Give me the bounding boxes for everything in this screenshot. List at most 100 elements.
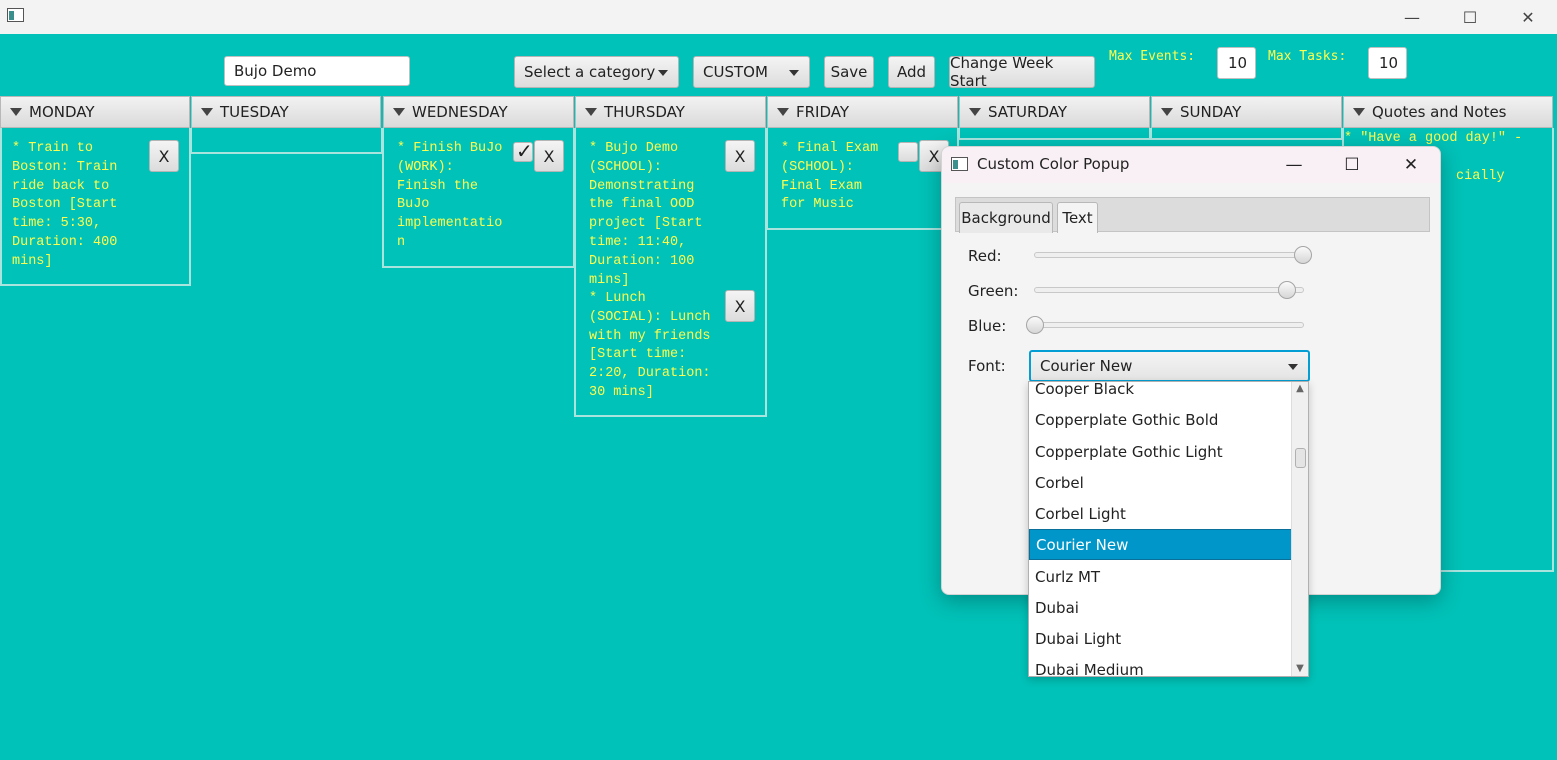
day-label: Quotes and Notes (1372, 103, 1507, 121)
day-body-monday: * Train to Boston: Train ride back to Bo… (0, 128, 191, 286)
red-slider-thumb[interactable] (1294, 246, 1312, 264)
day-label: TUESDAY (220, 103, 289, 121)
collapse-arrow-icon (201, 108, 213, 116)
font-option[interactable]: Copperplate Gothic Bold (1029, 404, 1292, 435)
day-label: SUNDAY (1180, 103, 1242, 121)
tab-background[interactable]: Background (959, 202, 1053, 233)
add-button[interactable]: Add (888, 56, 935, 88)
max-tasks-input[interactable]: 10 (1368, 47, 1407, 79)
day-header-tuesday[interactable]: TUESDAY (191, 96, 381, 128)
change-week-start-button[interactable]: Change Week Start (949, 54, 1095, 90)
window-titlebar: — ☐ ✕ (0, 0, 1557, 34)
day-header-notes[interactable]: Quotes and Notes (1343, 96, 1553, 128)
font-option[interactable]: Curlz MT (1029, 561, 1292, 592)
font-option-selected[interactable]: Courier New (1029, 529, 1292, 560)
minimize-button[interactable]: — (1383, 0, 1441, 34)
green-slider[interactable] (1034, 281, 1304, 299)
font-label: Font: (968, 357, 1006, 375)
close-button[interactable]: ✕ (1499, 0, 1557, 34)
tab-strip: Background Text (955, 197, 1430, 233)
day-body-saturday (958, 128, 1151, 140)
chevron-down-icon (1288, 364, 1298, 370)
chevron-down-icon (789, 70, 799, 76)
collapse-arrow-icon (585, 108, 597, 116)
font-option[interactable]: Cooper Black (1029, 382, 1292, 404)
task-complete-checkbox[interactable]: ✓ (513, 139, 533, 163)
day-header-friday[interactable]: FRIDAY (767, 96, 958, 128)
font-select-value: Courier New (1040, 357, 1133, 375)
vertical-scrollbar[interactable]: ▲ ▼ (1291, 382, 1308, 676)
maximize-button[interactable]: ☐ (1441, 0, 1499, 34)
delete-button[interactable]: X (725, 290, 755, 322)
day-body-thursday: * Bujo Demo (SCHOOL): Demonstrating the … (574, 128, 767, 417)
red-label: Red: (968, 247, 1002, 265)
app-icon (951, 157, 968, 171)
popup-title: Custom Color Popup (977, 155, 1130, 173)
event-entry: * Final Exam (SCHOOL): Final Exam for Mu… (781, 141, 879, 213)
collapse-arrow-icon (777, 108, 789, 116)
day-body-wednesday: * Finish BuJo (WORK): Finish the BuJo im… (382, 128, 575, 268)
event-entry: * Lunch (SOCIAL): Lunch with my friends … (589, 291, 711, 400)
popup-maximize-button[interactable]: ☐ (1323, 147, 1381, 183)
app-icon (7, 8, 24, 22)
scrollbar-thumb[interactable] (1295, 448, 1306, 468)
collapse-arrow-icon (969, 108, 981, 116)
scroll-down-icon[interactable]: ▼ (1292, 662, 1308, 676)
red-slider[interactable] (1034, 246, 1312, 264)
green-slider-thumb[interactable] (1277, 281, 1296, 299)
popup-minimize-button[interactable]: — (1265, 147, 1323, 183)
max-events-input[interactable]: 10 (1217, 47, 1256, 79)
category-select[interactable]: Select a category (514, 56, 679, 88)
event-entry: * Train to Boston: Train ride back to Bo… (12, 141, 118, 269)
day-header-sunday[interactable]: SUNDAY (1151, 96, 1342, 128)
popup-titlebar: Custom Color Popup — ☐ ✕ (942, 147, 1440, 183)
day-label: THURSDAY (604, 103, 685, 121)
journal-name-input[interactable]: Bujo Demo (224, 56, 410, 86)
blue-label: Blue: (968, 317, 1007, 335)
chevron-down-icon (658, 70, 668, 76)
scroll-up-icon[interactable]: ▲ (1292, 382, 1308, 396)
delete-button[interactable]: X (149, 140, 179, 172)
note-line: cially (1456, 169, 1505, 184)
day-label: SATURDAY (988, 103, 1068, 121)
day-label: MONDAY (29, 103, 95, 121)
font-dropdown-list: Cooper Black Copperplate Gothic Bold Cop… (1028, 381, 1309, 677)
blue-slider-thumb[interactable] (1026, 316, 1044, 334)
font-option[interactable]: Copperplate Gothic Light (1029, 436, 1292, 467)
theme-select-label: CUSTOM (703, 63, 768, 81)
font-option[interactable]: Dubai Light (1029, 623, 1292, 654)
font-option[interactable]: Dubai (1029, 592, 1292, 623)
checkmark-icon: ✓ (516, 139, 533, 163)
theme-select[interactable]: CUSTOM (693, 56, 810, 88)
save-button[interactable]: Save (824, 56, 874, 88)
task-complete-checkbox[interactable] (898, 142, 918, 162)
day-body-friday: * Final Exam (SCHOOL): Final Exam for Mu… (766, 128, 959, 230)
collapse-arrow-icon (1353, 108, 1365, 116)
day-body-sunday (1150, 128, 1343, 140)
collapse-arrow-icon (10, 108, 22, 116)
collapse-arrow-icon (393, 108, 405, 116)
max-tasks-label: Max Tasks: (1268, 49, 1347, 64)
font-select[interactable]: Courier New (1029, 350, 1310, 382)
event-entry: * Bujo Demo (SCHOOL): Demonstrating the … (589, 141, 703, 288)
day-header-saturday[interactable]: SATURDAY (959, 96, 1150, 128)
day-header-wednesday[interactable]: WEDNESDAY (383, 96, 574, 128)
delete-button[interactable]: X (725, 140, 755, 172)
day-header-monday[interactable]: MONDAY (0, 96, 190, 128)
tab-text[interactable]: Text (1057, 202, 1098, 233)
collapse-arrow-icon (1161, 108, 1173, 116)
blue-slider[interactable] (1026, 316, 1304, 334)
font-option[interactable]: Corbel (1029, 467, 1292, 498)
font-option[interactable]: Corbel Light (1029, 498, 1292, 529)
delete-button[interactable]: X (534, 140, 564, 172)
green-label: Green: (968, 282, 1019, 300)
task-entry: * Finish BuJo (WORK): Finish the BuJo im… (397, 141, 503, 250)
day-label: FRIDAY (796, 103, 850, 121)
popup-close-button[interactable]: ✕ (1382, 147, 1440, 183)
day-label: WEDNESDAY (412, 103, 508, 121)
max-events-label: Max Events: (1109, 49, 1196, 64)
day-header-thursday[interactable]: THURSDAY (575, 96, 766, 128)
day-body-tuesday (190, 128, 383, 154)
category-select-label: Select a category (524, 63, 656, 81)
font-option[interactable]: Dubai Medium (1029, 654, 1292, 677)
